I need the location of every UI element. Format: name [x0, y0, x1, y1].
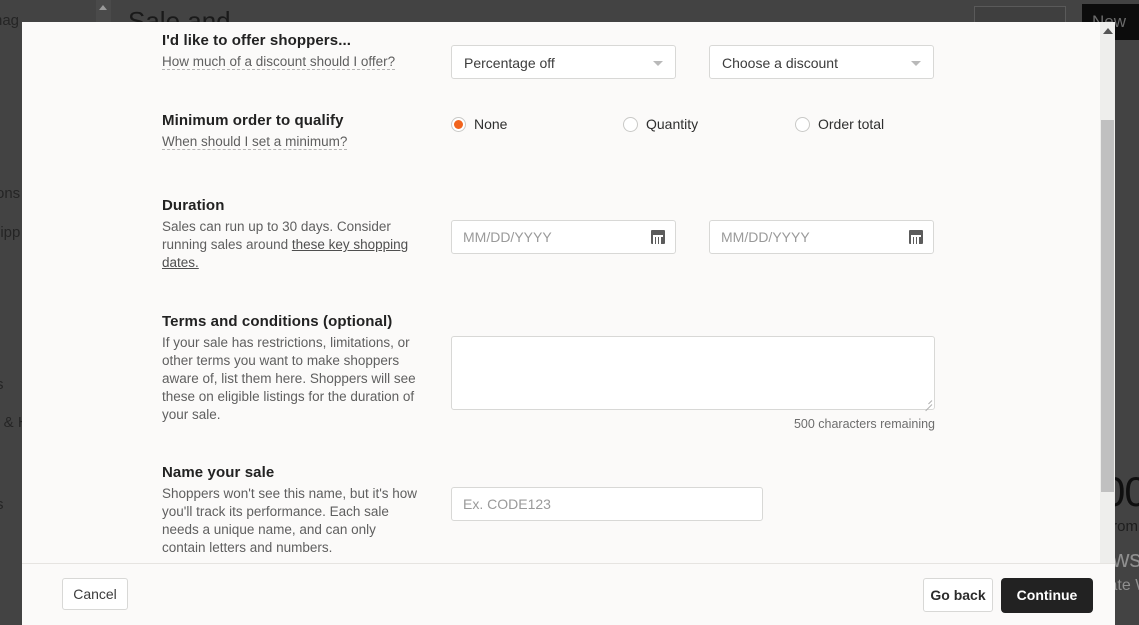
minimum-help: When should I set a minimum?	[162, 133, 422, 151]
radio-label-quantity: Quantity	[646, 116, 699, 132]
section-name: Name your sale Shoppers won't see this n…	[162, 464, 1095, 557]
continue-button[interactable]: Continue	[1001, 578, 1093, 613]
background-side-fragment-0: ons	[0, 185, 21, 202]
discount-type-value: Percentage off	[464, 55, 555, 71]
offer-label-column: I'd like to offer shoppers... How much o…	[162, 32, 422, 71]
chevron-down-icon	[911, 61, 921, 66]
scroll-up-arrow-icon[interactable]	[1103, 28, 1113, 34]
background-side-fragment-1: hipp	[0, 224, 21, 241]
create-sale-modal: I'd like to offer shoppers... How much o…	[22, 22, 1115, 625]
cancel-button[interactable]: Cancel	[62, 578, 128, 610]
modal-scroll-body: I'd like to offer shoppers... How much o…	[22, 22, 1115, 563]
background-side-fragment-2: s	[0, 376, 4, 393]
radio-label-order-total: Order total	[818, 116, 885, 132]
minimum-label-column: Minimum order to qualify When should I s…	[162, 112, 422, 151]
terms-field-column: 500 characters remaining	[451, 336, 935, 431]
calendar-icon[interactable]	[651, 230, 665, 244]
discount-type-select[interactable]: Percentage off	[451, 45, 676, 79]
duration-field-column	[451, 220, 934, 254]
start-date-input[interactable]	[452, 221, 632, 253]
offer-field-column: Percentage off Choose a discount	[451, 45, 934, 79]
modal-footer: Cancel Go back Continue	[22, 563, 1115, 625]
section-minimum-order: Minimum order to qualify When should I s…	[162, 112, 1095, 151]
terms-textarea[interactable]	[451, 336, 935, 410]
start-date-field[interactable]	[451, 220, 676, 254]
end-date-input[interactable]	[710, 221, 890, 253]
section-duration: Duration Sales can run up to 30 days. Co…	[162, 197, 1095, 272]
terms-title: Terms and conditions (optional)	[162, 313, 393, 330]
radio-dot-icon	[623, 116, 638, 132]
duration-desc: Sales can run up to 30 days. Consider ru…	[162, 218, 422, 272]
terms-textarea-wrapper	[451, 336, 935, 410]
minimum-field-column: None Quantity Order total	[451, 116, 884, 132]
radio-label-none: None	[474, 116, 508, 132]
chevron-down-icon	[653, 61, 663, 66]
duration-label-column: Duration Sales can run up to 30 days. Co…	[162, 197, 422, 272]
name-label-column: Name your sale Shoppers won't see this n…	[162, 464, 422, 557]
background-nav-fragment: nag	[0, 12, 20, 29]
end-date-field[interactable]	[709, 220, 934, 254]
terms-character-count: 500 characters remaining	[793, 417, 935, 431]
section-terms: Terms and conditions (optional) If your …	[162, 313, 1095, 431]
radio-option-quantity[interactable]: Quantity	[623, 116, 795, 132]
sale-name-input[interactable]	[451, 487, 763, 521]
radio-dot-icon	[451, 116, 466, 132]
calendar-icon[interactable]	[909, 230, 923, 244]
minimum-title: Minimum order to qualify	[162, 112, 344, 129]
terms-desc: If your sale has restrictions, limitatio…	[162, 335, 416, 422]
background-side-fragment-4: s	[0, 496, 4, 513]
radio-option-order-total[interactable]: Order total	[795, 116, 884, 132]
radio-option-none[interactable]: None	[451, 116, 623, 132]
offer-title: I'd like to offer shoppers...	[162, 32, 351, 49]
offer-help: How much of a discount should I offer?	[162, 53, 422, 71]
discount-amount-select[interactable]: Choose a discount	[709, 45, 934, 79]
minimum-radio-group: None Quantity Order total	[451, 116, 884, 132]
radio-dot-icon	[795, 116, 810, 132]
name-desc: Shoppers won't see this name, but it's h…	[162, 486, 418, 555]
name-field-column	[451, 487, 763, 521]
go-back-button[interactable]: Go back	[923, 578, 993, 612]
minimum-help-link[interactable]: When should I set a minimum?	[162, 134, 348, 150]
section-offer: I'd like to offer shoppers... How much o…	[162, 32, 1095, 79]
offer-help-link[interactable]: How much of a discount should I offer?	[162, 54, 396, 70]
modal-scrollbar[interactable]	[1100, 22, 1115, 563]
discount-amount-value: Choose a discount	[722, 55, 838, 71]
scrollbar-thumb[interactable]	[1101, 120, 1114, 492]
terms-label-column: Terms and conditions (optional) If your …	[162, 313, 422, 424]
name-title: Name your sale	[162, 464, 275, 481]
duration-title: Duration	[162, 197, 225, 214]
